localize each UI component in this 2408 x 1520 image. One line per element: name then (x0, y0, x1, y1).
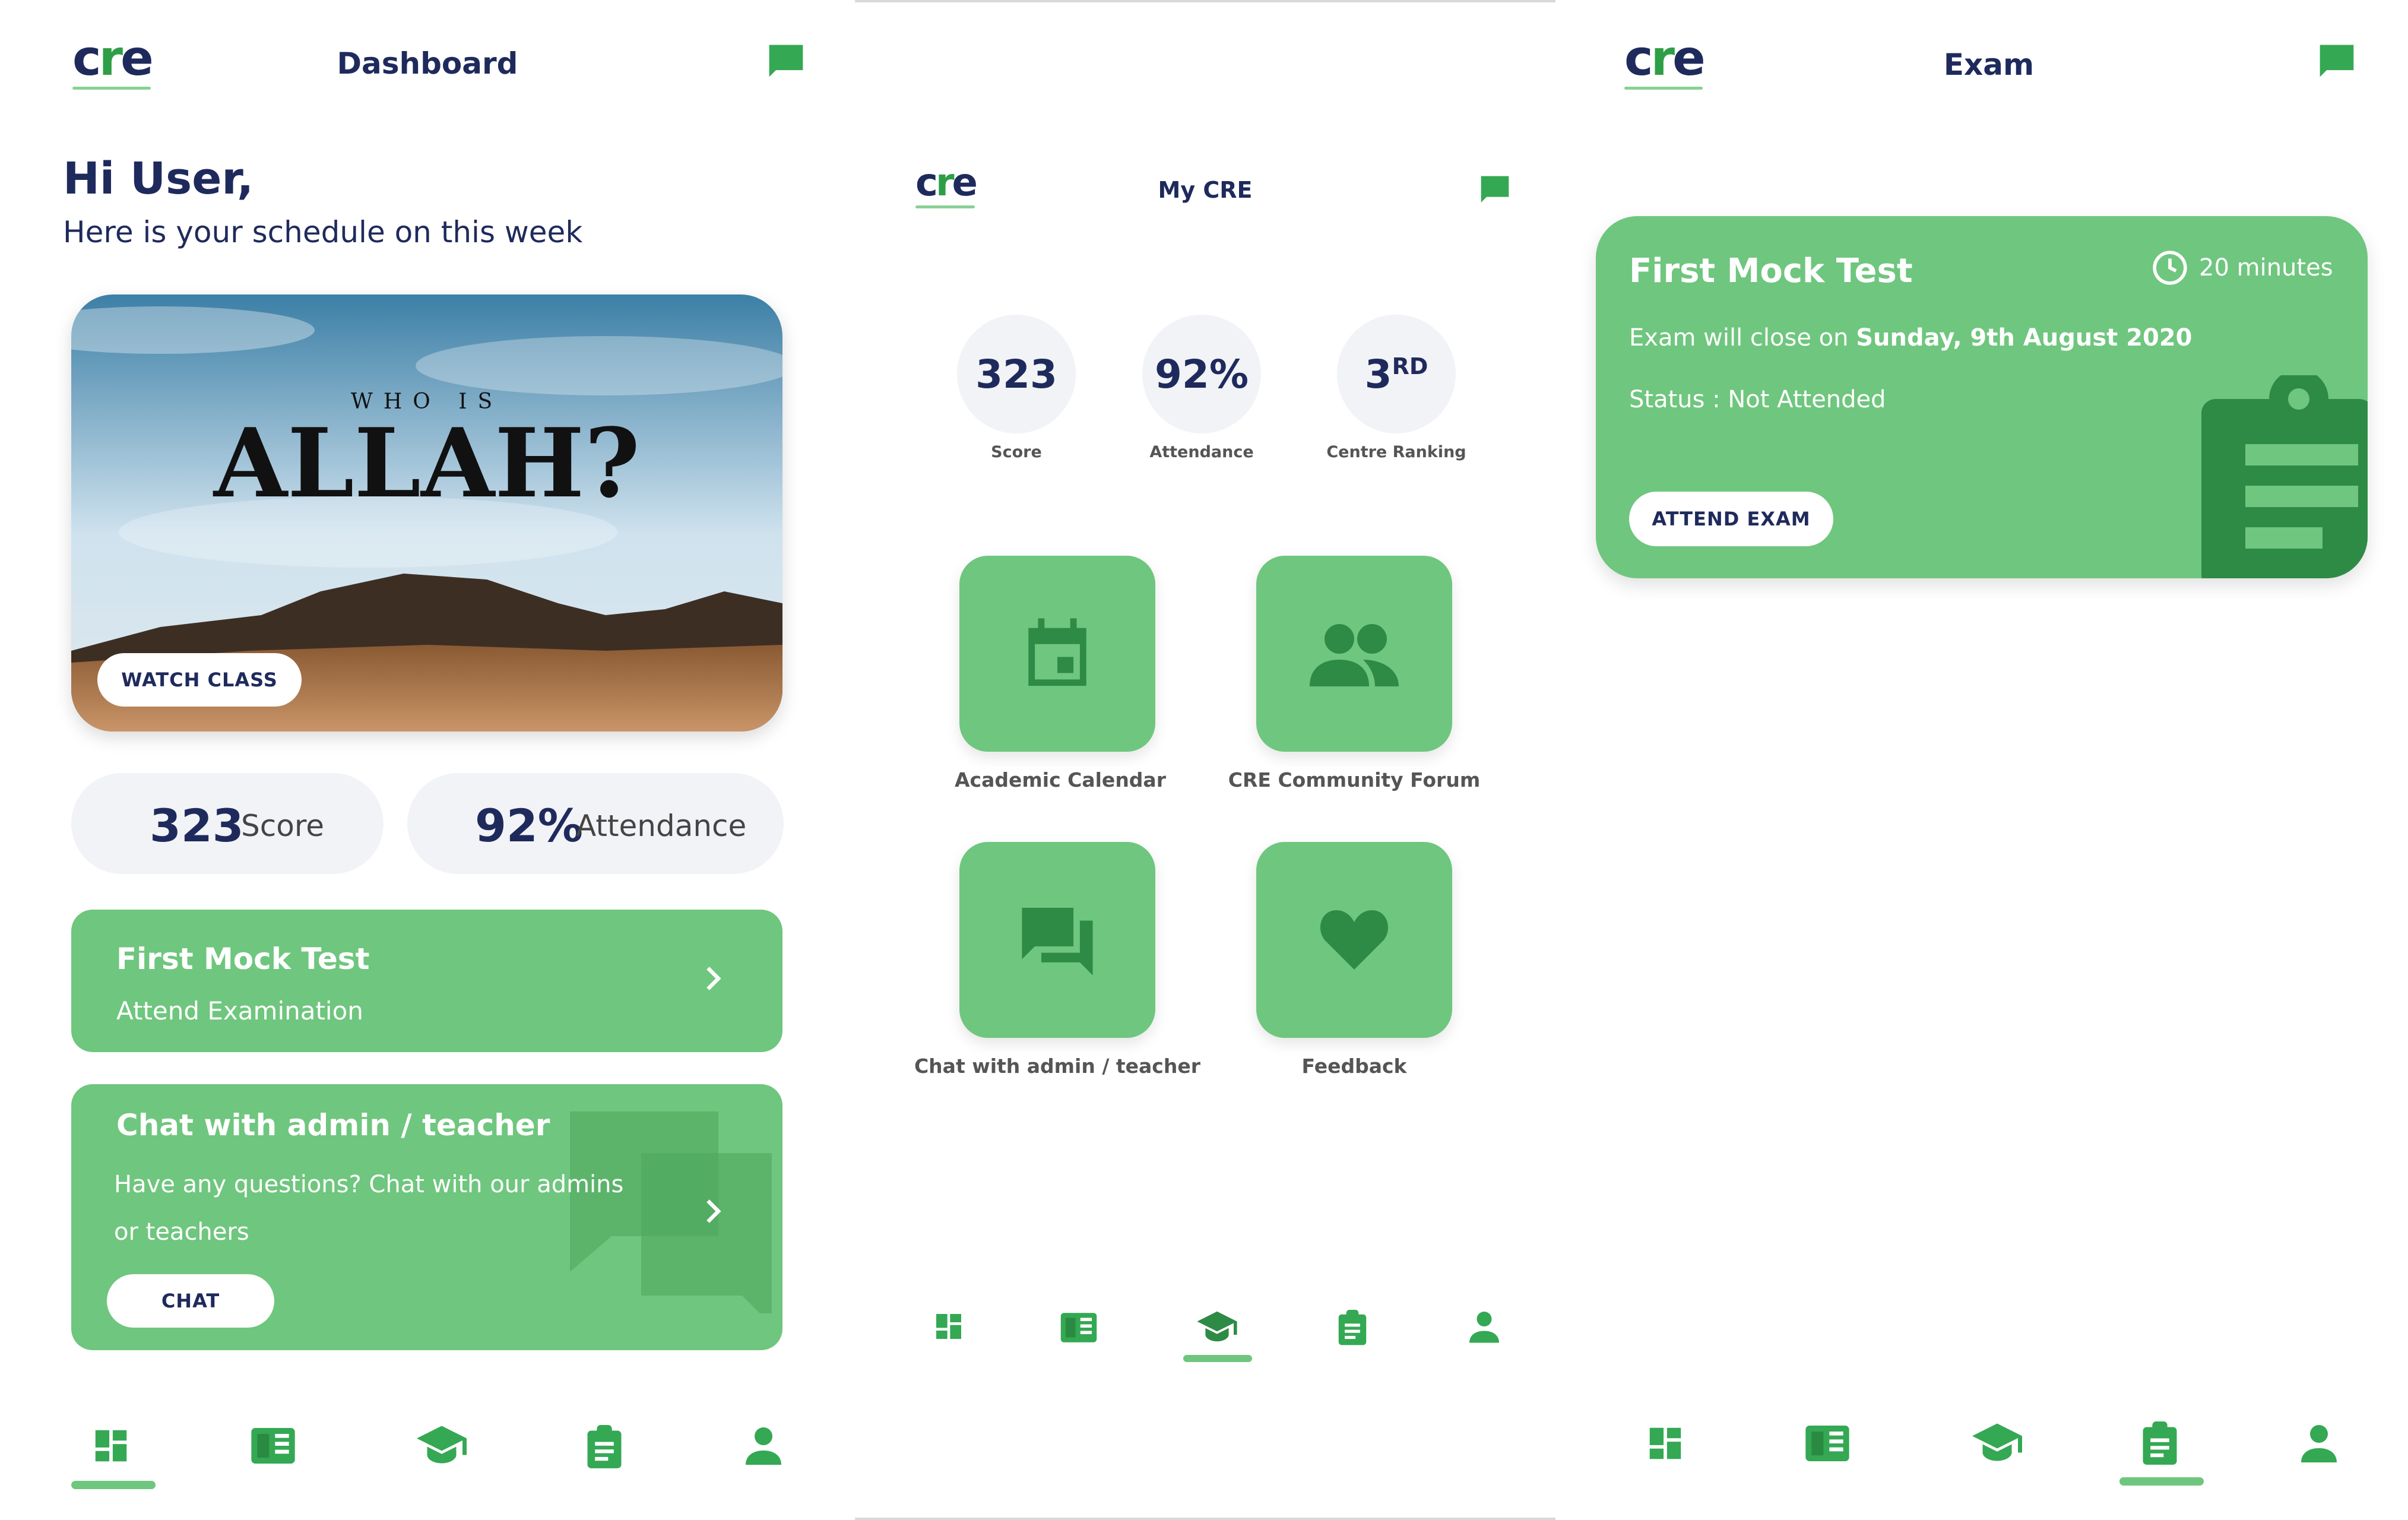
banner-title: ALLAH? (213, 407, 641, 519)
watch-class-button[interactable]: WATCH CLASS (97, 653, 302, 707)
clipboard-icon[interactable] (1337, 1310, 1368, 1349)
chat-bubbles-decor-icon (570, 1112, 772, 1313)
cre-logo: cre (915, 164, 978, 208)
forum-icon (1022, 907, 1093, 976)
dashboard-icon[interactable] (932, 1310, 965, 1345)
nav-active-indicator (1183, 1355, 1252, 1362)
chat-admin-label: Chat with admin / teacher (914, 1054, 1201, 1078)
cre-logo: cre (1624, 34, 1706, 90)
page-title: Exam (1943, 48, 2035, 82)
chat-admin-tile[interactable] (959, 842, 1155, 1038)
school-icon[interactable] (416, 1424, 468, 1468)
attendance-pill: 92% Attendance (407, 773, 784, 874)
nav-active-indicator (71, 1481, 156, 1489)
page-title: My CRE (1158, 177, 1253, 203)
community-forum-label: CRE Community Forum (1228, 768, 1481, 791)
person-icon[interactable] (2298, 1420, 2340, 1468)
attendance-value: 92% (475, 799, 583, 852)
exam-screen: cre Exam First Mock Test 20 minutes Exam… (1555, 0, 2408, 1520)
dashboard-icon[interactable] (1645, 1423, 1686, 1467)
greeting: Hi User, (63, 153, 254, 204)
academic-calendar-label: Academic Calendar (955, 768, 1166, 791)
feedback-tile[interactable] (1256, 842, 1452, 1038)
dashboard-screen: cre Dashboard Hi User, Here is your sche… (0, 0, 855, 1520)
chat-bubble-icon[interactable] (766, 42, 806, 84)
chevron-right-icon[interactable] (695, 961, 730, 999)
chevron-right-icon[interactable] (695, 1193, 730, 1231)
heart-icon (1320, 910, 1389, 970)
mock-test-title: First Mock Test (116, 942, 370, 976)
clipboard-icon[interactable] (585, 1425, 623, 1472)
score-pill: 323 Score (71, 773, 384, 874)
chat-bubble-icon[interactable] (1478, 173, 1512, 209)
book-icon[interactable] (249, 1425, 297, 1469)
chat-bubble-icon[interactable] (2317, 42, 2357, 84)
chat-card[interactable]: Chat with admin / teacher Have any quest… (71, 1084, 782, 1350)
class-banner[interactable]: WHO IS ALLAH? WATCH CLASS (71, 294, 782, 732)
calendar-icon (1028, 618, 1086, 686)
feedback-label: Feedback (1301, 1054, 1407, 1078)
attendance-stat: 92% (1142, 315, 1261, 433)
exam-close-date: Exam will close on Sunday, 9th August 20… (1629, 324, 2192, 352)
mock-test-subtitle: Attend Examination (116, 996, 363, 1025)
exam-card[interactable]: First Mock Test 20 minutes Exam will clo… (1596, 216, 2368, 578)
score-stat: 323 (957, 315, 1076, 433)
score-value: 323 (150, 799, 244, 852)
attendance-label: Attendance (1149, 443, 1254, 461)
school-icon[interactable] (1971, 1421, 2023, 1465)
attend-exam-button[interactable]: ATTEND EXAM (1629, 492, 1833, 546)
chat-card-line2: or teachers (114, 1218, 249, 1246)
nav-active-indicator (2119, 1477, 2204, 1486)
group-icon (1310, 624, 1399, 686)
school-icon[interactable] (1196, 1310, 1238, 1345)
mock-test-card[interactable]: First Mock Test Attend Examination (71, 910, 782, 1052)
score-label: Score (991, 443, 1042, 461)
page-title: Dashboard (337, 46, 518, 81)
academic-calendar-tile[interactable] (959, 556, 1155, 752)
dashboard-icon[interactable] (90, 1425, 132, 1469)
clipboard-icon[interactable] (2141, 1421, 2179, 1469)
chat-card-line1: Have any questions? Chat with our admins (114, 1171, 624, 1198)
book-icon[interactable] (1059, 1311, 1098, 1347)
ranking-label: Centre Ranking (1326, 443, 1466, 461)
person-icon[interactable] (1466, 1307, 1502, 1348)
schedule-subtitle: Here is your schedule on this week (63, 215, 583, 249)
ranking-stat: 3 RD (1337, 315, 1456, 433)
my-cre-screen: cre My CRE 323 Score 92% Attendance 3 RD … (855, 0, 1555, 1520)
exam-duration: 20 minutes (2199, 254, 2333, 281)
app-screens: cre Dashboard Hi User, Here is your sche… (0, 0, 2408, 1520)
exam-title: First Mock Test (1629, 252, 1913, 290)
chat-card-title: Chat with admin / teacher (116, 1108, 550, 1142)
attendance-label: Attendance (576, 809, 747, 843)
chat-button[interactable]: CHAT (107, 1274, 274, 1328)
clock-icon (2152, 249, 2188, 289)
exam-status: Status : Not Attended (1629, 386, 1886, 413)
community-forum-tile[interactable] (1256, 556, 1452, 752)
clipboard-decor-icon (2201, 375, 2368, 578)
person-icon[interactable] (742, 1423, 785, 1470)
book-icon[interactable] (1804, 1423, 1851, 1467)
cre-logo: cre (72, 34, 154, 90)
score-label: Score (241, 809, 325, 843)
